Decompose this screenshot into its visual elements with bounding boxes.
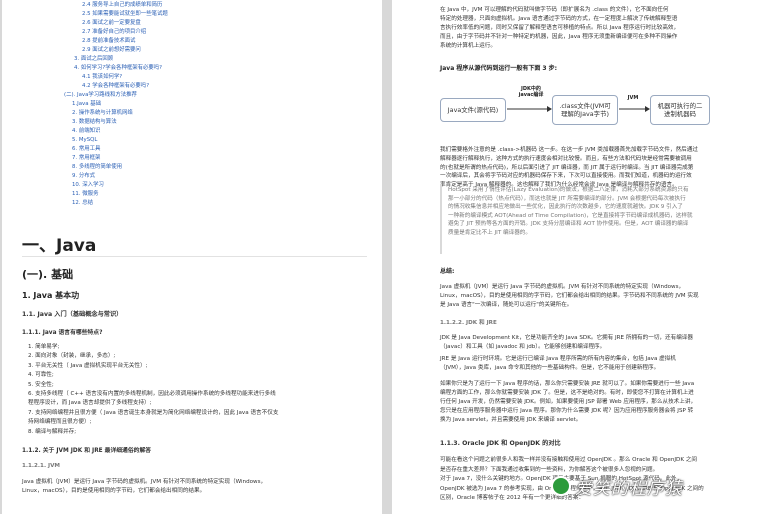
list-item: 1. 简单易学; <box>28 344 60 350</box>
watermark-text: 爱笑的程序猿 <box>575 479 683 499</box>
text-line: 那一小部分的代码（热点代码），而这也就是 JIT 所需要编译的部分。JVM 会根… <box>448 195 686 202</box>
toc-link[interactable]: 8. 多线程的简单使用 <box>72 164 122 171</box>
text-line: 您只是在应用程序服务器中运行 Java 程序。那你为什么需要 JDK 呢？因为应… <box>440 408 694 414</box>
toc-link[interactable]: 10. 深入学习 <box>72 182 104 189</box>
divider <box>22 256 367 257</box>
toc-link[interactable]: 2.5 如果需要能试就坐即一些笔试题 <box>82 11 168 18</box>
toc-link[interactable]: 9. 分布式 <box>72 173 95 180</box>
machine-code-box: 机器可执行的二 进制机器码 <box>650 95 710 125</box>
list-item: 3. 平台无关性（ Java 虚拟机实现平台无关性）; <box>28 362 148 369</box>
text-line: 特定的处理器，只面向虚拟机。Java 语言通过字节码的方式，在一定程度上解决了传… <box>440 16 678 22</box>
toc-link[interactable]: 2.6 面试之前一定要复盘 <box>82 20 141 27</box>
text-line: 我们需要格外注意的是 .class->机器码 这一步。在这一步 JVM 类加载器… <box>440 147 698 153</box>
source-file-box: Java文件(源代码) <box>440 98 506 122</box>
toc-link[interactable]: 3. 数据结构与算法 <box>72 119 117 126</box>
paragraph: Linux，macOS），目的是使用相同的字节码，它们都会给出相同的结果。 <box>22 488 206 494</box>
list-item: 5. 安全性; <box>28 381 54 388</box>
text-line: 的情况收集信息并相应地做出一些优化，因此执行的次数越多，它的速度就越快。JDK … <box>448 204 683 211</box>
toc-link[interactable]: 4. 前端知识 <box>72 128 100 135</box>
class-file-box: .class文件(JVM可 理解的Java字节) <box>552 95 618 125</box>
list-item: 8. 编译与解释并存; <box>28 428 77 435</box>
subsection-title: 1. Java 基本功 <box>22 291 80 300</box>
toc-link[interactable]: 2.8 提前准备技术面试 <box>82 38 135 45</box>
right-document-page: 在 Java 中，JVM 可以理解的代码就叫做字节码（即扩展名为 .class … <box>392 0 773 514</box>
toc-link[interactable]: 2.7 准备好自己的项目介绍 <box>82 29 146 36</box>
arrow-icon <box>507 106 552 112</box>
text-line: （JVM），Java 类库，java 命令和其他的一些基础构件。但是，它不能用于… <box>440 365 660 371</box>
text-line: 言执行效率低的问题，同时又保留了解释型语言可移植的特点。所以 Java 程序运行… <box>440 25 680 31</box>
list-item: 4. 可靠性; <box>28 372 54 379</box>
toc-link[interactable]: 7. 常用框架 <box>72 155 100 162</box>
text-line: HotSpot 采用了惰性评估(Lazy Evaluation)的做法，根据二八… <box>448 187 689 193</box>
quote-bar <box>440 184 442 254</box>
jvm-arrow-label: JVM <box>627 95 639 101</box>
toc-link[interactable]: 4.2 学会各种框架有必要吗? <box>82 83 149 90</box>
steps-title: Java 程序从源代码到运行一般有下面 3 步: <box>440 65 558 72</box>
list-item: 7. 支持网络编程并且很方便（ Java 语言诞生本身就是为简化网络编程设计的，… <box>28 409 279 416</box>
text-line: 质量是肯定比不上 JIT 编译器的。 <box>448 230 531 236</box>
text-line: 解释器逐行解释执行，这种方式的执行速度会相对比较慢。而且，有些方法和代码块是经常… <box>440 155 692 162</box>
toc-link[interactable]: 3. 面试之后回顾 <box>74 56 113 63</box>
text-line: 行任何 Java 开发，仍然需要安装 JDK。例如，如果要使用 JSP 部署 W… <box>440 399 697 405</box>
toc-link[interactable]: (二). Java学习路线和方法推荐 <box>64 92 137 99</box>
list-item: 持网络编程而且很方便）; <box>28 419 92 426</box>
list-item: 程程序设计，而 Java 语言却提供了多线程支持）; <box>28 400 152 407</box>
text-line: 一次编译后，其会将字节码对应的机器码保存下来，下次可以直接使用。而我们知道，机器… <box>440 173 692 180</box>
toc-link[interactable]: 12. 总结 <box>72 200 93 207</box>
toc-link[interactable]: 1.Java 基础 <box>72 101 101 108</box>
question-heading: 1.1.2. 关于 JVM JDK 和 JRE 最详细通俗的解答 <box>22 448 152 454</box>
minor-heading: 1.1.2.1. JVM <box>22 463 60 469</box>
list-item: 2. 面向对象（封装，继承，多态）; <box>28 353 116 360</box>
javac-arrow-label: JDK中的 javac编译 <box>518 86 544 98</box>
subsubsection-title: 1.1. Java 入门（基础概念与常识） <box>22 311 123 318</box>
text-line: JDK 是 Java Development Kit，它是功能齐全的 Java … <box>440 335 693 341</box>
toc-link[interactable]: 5. MySQL <box>72 137 97 144</box>
section-heading: 1.1.3. Oracle JDK 和 OpenJDK 的对比 <box>440 440 561 447</box>
text-line: 系统的计算机上运行。 <box>440 43 496 49</box>
toc-link[interactable]: 6. 常用工具 <box>72 146 100 153</box>
text-line: 编程方面的工作，那么你就需要安装 JDK 了。但是，这不是绝对的。有时，即使您不… <box>440 390 694 396</box>
toc-link[interactable]: 11. 微服务 <box>72 191 98 198</box>
text-line: 如果你只是为了运行一下 Java 程序的话，那么你只需要安装 JRE 就可以了。… <box>440 381 695 387</box>
text-line: 避免了 JIT 预热等各方面的开销。JDK 支持分层编译和 AOT 协作使用。但… <box>448 221 689 228</box>
text-line: Java 虚拟机（JVM）是运行 Java 字节码的虚拟机。JVM 有针对不同系… <box>440 284 685 290</box>
paragraph: Java 虚拟机（JVM）是运行 Java 字节码的虚拟机。JVM 有针对不同系… <box>22 479 267 485</box>
toc-link[interactable]: 2.9 面试之前想好需要问 <box>82 47 141 54</box>
text-line: 是 Java 语言"一次编译，随处可以运行"的关键所在。 <box>440 302 573 308</box>
text-line: 可能在看这个问题之前很多人和我一样并没有接触和使用过 OpenJDK 。那么 O… <box>440 457 698 463</box>
text-line: 而且，由于字节码并不针对一种特定的机器，因此，Java 程序无须重新编译便可在多… <box>440 34 678 40</box>
text-line: 在 Java 中，JVM 可以理解的代码就叫做字节码（即扩展名为 .class … <box>440 7 669 13</box>
toc-link[interactable]: 2. 操作系统与计算机网络 <box>72 110 133 117</box>
section-title: (一). 基础 <box>22 268 74 281</box>
text-line: 一种新的编译模式 AOT(Ahead of Time Compilation)，… <box>448 212 693 219</box>
left-document-page: 2.4 服务导上自己的成绩单和简历 2.5 如果需要能试就坐即一些笔试题 2.6 面… <box>2 0 382 514</box>
question-heading: 1.1.1. Java 语言有哪些特点? <box>22 330 103 336</box>
toc-link[interactable]: 4.1 我该如何学? <box>82 74 122 81</box>
summary-title: 总结: <box>440 268 455 275</box>
chapter-title: 一、Java <box>22 236 97 256</box>
minor-heading: 1.1.2.2. JDK 和 JRE <box>440 320 497 326</box>
text-line: （javac）和工具（如 javadoc 和 jdb）。它能够创建和编译程序。 <box>440 344 606 350</box>
text-line: JRE 是 Java 运行时环境。它是运行已编译 Java 程序所需的所有内容的… <box>440 356 676 362</box>
wechat-logo-icon <box>551 476 571 496</box>
toc-link[interactable]: 2.4 服务导上自己的成绩单和简历 <box>82 2 162 9</box>
text-line: Linux，macOS），目的是使用相同的字节码，它们都会给出相同的结果。字节码… <box>440 293 699 299</box>
list-item: 6. 支持多线程（ C++ 语言没有内置的多线程机制，因此必须调用操作系统的多线… <box>28 391 276 397</box>
arrow-icon <box>619 106 650 112</box>
toc-link[interactable]: 4. 如何学习?学会各种框架有必要吗? <box>74 65 162 72</box>
text-line: 换为 Java servlet，并且需要使用 JDK 来编译 servlet。 <box>440 417 582 423</box>
text-line: 的(也就是所谓的热点代码)，所以后面引进了 JIT 编译器，而 JIT 属于运行… <box>440 164 694 171</box>
